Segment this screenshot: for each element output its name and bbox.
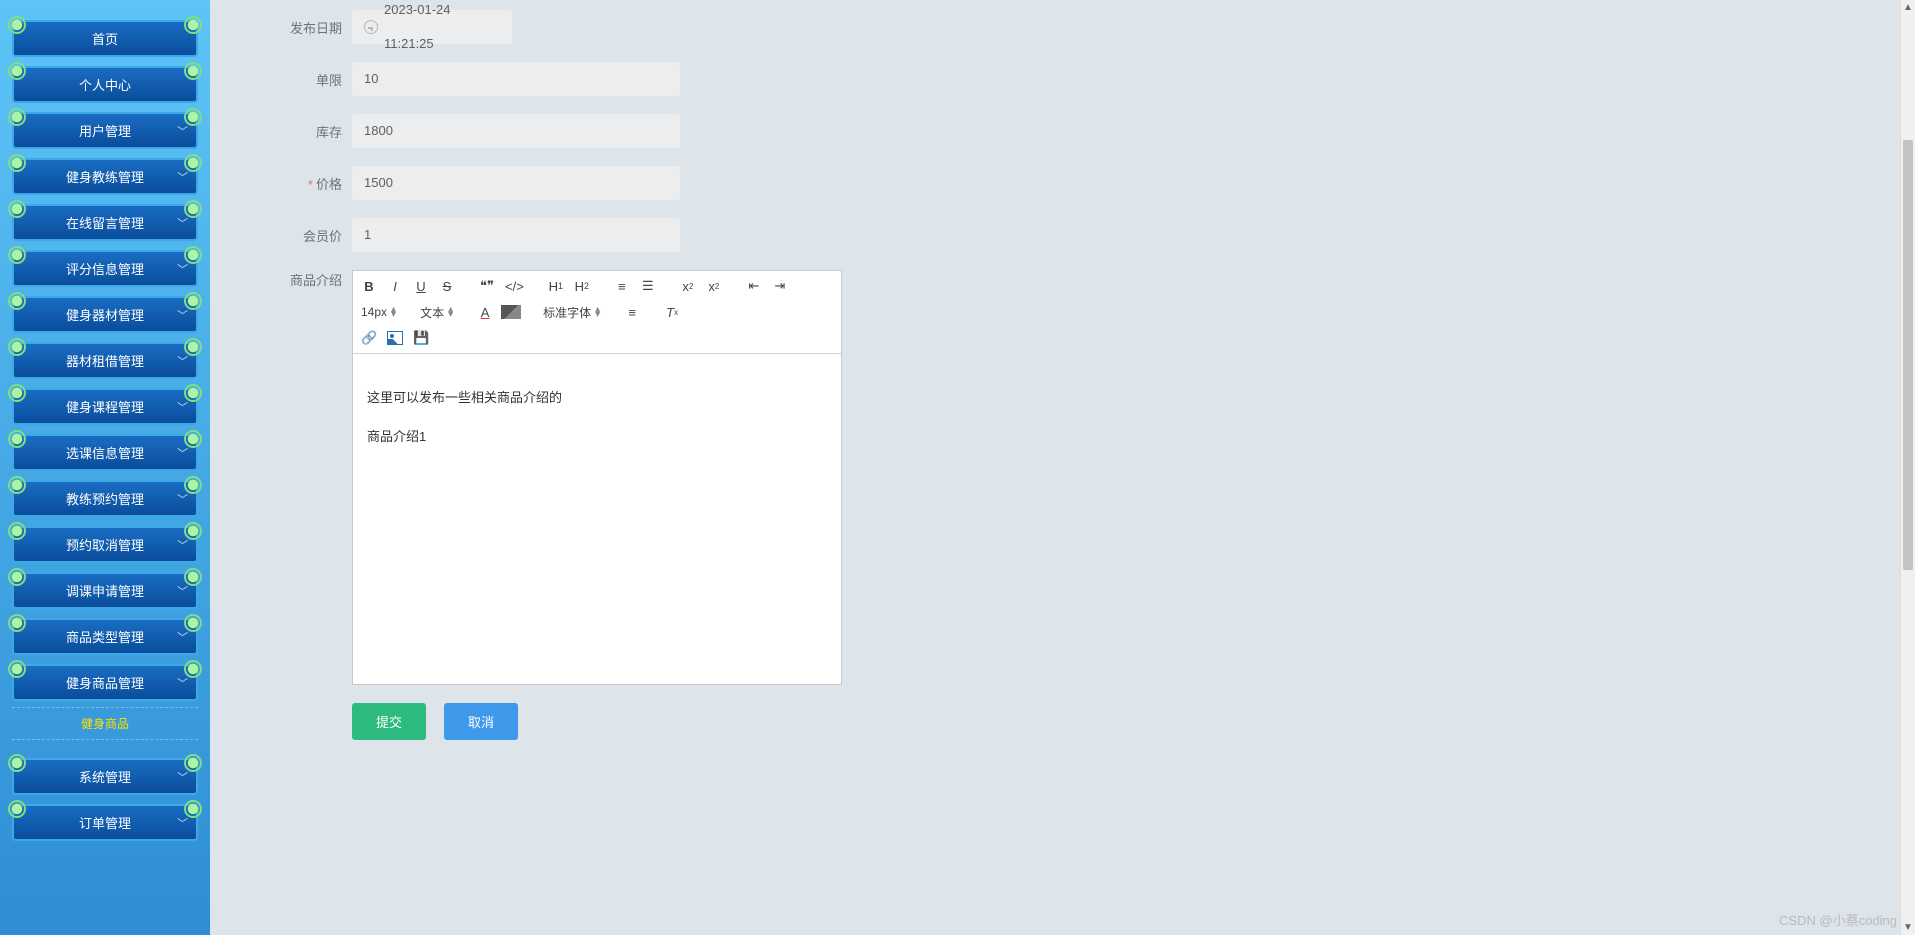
- editor-toolbar: B I U S ❝❞ </> H1 H2 ≡ ☰ x2 x2: [353, 271, 841, 354]
- link-icon[interactable]: 🔗: [359, 328, 379, 348]
- font-size-select[interactable]: 14px ▴▾: [359, 302, 398, 322]
- scrollbar-thumb[interactable]: [1903, 140, 1913, 570]
- chevron-down-icon: ﹀: [177, 537, 188, 553]
- menu-item-0[interactable]: 首页: [12, 20, 198, 57]
- input-publish-date[interactable]: 2023-01-24 11:21:25: [352, 10, 512, 44]
- clock-icon: [364, 20, 378, 34]
- ordered-list-icon[interactable]: ≡: [612, 276, 632, 296]
- menu-item-2[interactable]: 用户管理﹀: [12, 112, 198, 149]
- label-price: *价格: [250, 174, 342, 193]
- bold-icon[interactable]: B: [359, 276, 379, 296]
- chevron-down-icon: ﹀: [177, 399, 188, 415]
- menu-item-13[interactable]: 商品类型管理﹀: [12, 618, 198, 655]
- chevron-down-icon: ﹀: [177, 491, 188, 507]
- indent-left-icon[interactable]: ⇤: [744, 276, 764, 296]
- editor-content[interactable]: 这里可以发布一些相关商品介绍的 商品介绍1: [353, 354, 841, 684]
- value-publish-date: 2023-01-24 11:21:25: [384, 0, 500, 61]
- main-content: 发布日期 2023-01-24 11:21:25 单限 库存 *价格 会员价 商…: [210, 0, 1915, 935]
- quote-icon[interactable]: ❝❞: [477, 276, 497, 296]
- h2-icon[interactable]: H2: [572, 276, 592, 296]
- menu-item-7[interactable]: 器材租借管理﹀: [12, 342, 198, 379]
- text-color-icon[interactable]: A: [475, 302, 495, 322]
- scrollbar[interactable]: ▲ ▼: [1900, 0, 1915, 935]
- input-single-limit[interactable]: [352, 62, 680, 96]
- label-stock: 库存: [250, 122, 342, 141]
- chevron-down-icon: ﹀: [177, 583, 188, 599]
- menu-item-9[interactable]: 选课信息管理﹀: [12, 434, 198, 471]
- subscript-icon[interactable]: x2: [678, 276, 698, 296]
- menu-item-1[interactable]: 个人中心: [12, 66, 198, 103]
- input-member-price[interactable]: [352, 218, 680, 252]
- submenu-active[interactable]: 健身商品: [12, 707, 198, 740]
- italic-icon[interactable]: I: [385, 276, 405, 296]
- menu-item-4[interactable]: 在线留言管理﹀: [12, 204, 198, 241]
- chevron-down-icon: ﹀: [177, 169, 188, 185]
- superscript-icon[interactable]: x2: [704, 276, 724, 296]
- image-icon[interactable]: [385, 328, 405, 348]
- label-publish-date: 发布日期: [250, 18, 342, 37]
- unordered-list-icon[interactable]: ☰: [638, 276, 658, 296]
- menu-item-14[interactable]: 健身商品管理﹀: [12, 664, 198, 701]
- scroll-up-icon[interactable]: ▲: [1901, 0, 1915, 15]
- align-icon[interactable]: ≡: [622, 302, 642, 322]
- menu-item-12[interactable]: 调课申请管理﹀: [12, 572, 198, 609]
- clear-format-icon[interactable]: Tx: [662, 302, 682, 322]
- submit-button[interactable]: 提交: [352, 703, 426, 740]
- chevron-down-icon: ﹀: [177, 261, 188, 277]
- sidebar: 首页个人中心用户管理﹀ 健身教练管理﹀ 在线留言管理﹀ 评分信息管理﹀ 健身器材管理﹀ 器…: [0, 0, 210, 935]
- menu-item-3[interactable]: 健身教练管理﹀: [12, 158, 198, 195]
- strike-icon[interactable]: S: [437, 276, 457, 296]
- underline-icon[interactable]: U: [411, 276, 431, 296]
- menu-item-10[interactable]: 教练预约管理﹀: [12, 480, 198, 517]
- label-member-price: 会员价: [250, 226, 342, 245]
- cancel-button[interactable]: 取消: [444, 703, 518, 740]
- chevron-down-icon: ﹀: [177, 307, 188, 323]
- scroll-down-icon[interactable]: ▼: [1901, 920, 1915, 935]
- chevron-down-icon: ﹀: [177, 353, 188, 369]
- save-editor-icon[interactable]: 💾: [411, 328, 431, 348]
- menu-item-8[interactable]: 健身课程管理﹀: [12, 388, 198, 425]
- chevron-down-icon: ﹀: [177, 769, 188, 785]
- label-single-limit: 单限: [250, 70, 342, 89]
- chevron-down-icon: ﹀: [177, 215, 188, 231]
- input-stock[interactable]: [352, 114, 680, 148]
- label-desc: 商品介绍: [250, 270, 342, 289]
- chevron-down-icon: ﹀: [177, 675, 188, 691]
- menu-item-6[interactable]: 健身器材管理﹀: [12, 296, 198, 333]
- rich-text-editor: B I U S ❝❞ </> H1 H2 ≡ ☰ x2 x2: [352, 270, 842, 685]
- menu-item-5[interactable]: 评分信息管理﹀: [12, 250, 198, 287]
- chevron-down-icon: ﹀: [177, 815, 188, 831]
- h1-icon[interactable]: H1: [546, 276, 566, 296]
- chevron-down-icon: ﹀: [177, 123, 188, 139]
- menu-item-11[interactable]: 预约取消管理﹀: [12, 526, 198, 563]
- menu-item-1[interactable]: 订单管理﹀: [12, 804, 198, 841]
- menu-item-0[interactable]: 系统管理﹀: [12, 758, 198, 795]
- chevron-down-icon: ﹀: [177, 629, 188, 645]
- font-family-select[interactable]: 标准字体 ▴▾: [541, 302, 602, 322]
- indent-right-icon[interactable]: ⇥: [770, 276, 790, 296]
- bg-color-icon[interactable]: [501, 305, 521, 319]
- input-price[interactable]: [352, 166, 680, 200]
- watermark: CSDN @小蔡coding: [1779, 910, 1897, 929]
- chevron-down-icon: ﹀: [177, 445, 188, 461]
- font-style-select[interactable]: 文本 ▴▾: [418, 302, 455, 322]
- code-icon[interactable]: </>: [503, 276, 526, 296]
